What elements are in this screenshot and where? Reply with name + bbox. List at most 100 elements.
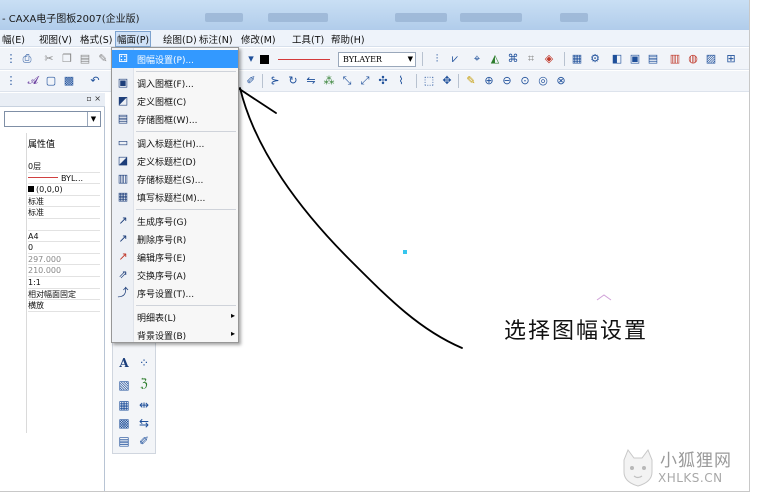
explode-icon[interactable]: ✣ [376, 74, 390, 88]
rotate-icon[interactable]: ↻ [286, 74, 300, 88]
polyline-icon[interactable]: ⩗ [448, 52, 462, 66]
settings-icon[interactable]: ⚙ [588, 52, 602, 66]
chevron-down-icon: ▼ [87, 112, 99, 126]
menu-item-background[interactable]: 背景设置(B) ▸ [112, 326, 238, 344]
zoom-scale-icon[interactable]: ⊗ [554, 74, 568, 88]
block-icon[interactable]: ◧ [610, 52, 624, 66]
area-icon[interactable]: ◭ [488, 52, 502, 66]
menu-modify[interactable]: 修改(M) [240, 32, 277, 46]
rough-icon[interactable]: ⇆ [136, 415, 152, 431]
save-icon[interactable]: ▩ [62, 74, 76, 88]
text-icon[interactable]: A [116, 355, 132, 371]
menu-item-sheet-setup[interactable]: ⚃ 图幅设置(P)... [112, 50, 238, 68]
stretch-icon[interactable]: ⤢ [358, 74, 372, 88]
spline-icon[interactable]: ℨ [136, 375, 152, 391]
image-icon[interactable]: ▣ [628, 52, 642, 66]
line-tool-icon[interactable]: ⫶ [430, 52, 444, 66]
prop-frame-mode[interactable]: 相对幅面固定 [28, 289, 100, 301]
prop-dim-style[interactable]: 标准 [28, 207, 100, 219]
query-icon[interactable]: ⌘ [506, 52, 520, 66]
prop-scale[interactable]: 1:1 [28, 277, 100, 289]
tree-icon[interactable]: ⊞ [724, 52, 738, 66]
block-insert-icon[interactable]: ▦ [116, 397, 132, 413]
menu-item-delete-number[interactable]: ↗ 删除序号(R) [112, 230, 238, 248]
menu-edit[interactable]: 幅(E) [1, 32, 26, 46]
pen-icon[interactable]: ✐ [244, 74, 258, 88]
zoom-in-icon[interactable]: ⊙ [518, 74, 532, 88]
menu-item-edit-number[interactable]: ↗ 编辑序号(E) [112, 248, 238, 266]
menu-item-fill-titleblock[interactable]: ▦ 填写标题栏(M)... [112, 188, 238, 206]
print-icon[interactable]: ⎙ [20, 52, 34, 66]
eraser-icon[interactable]: ✐ [136, 433, 152, 449]
prop-empty [28, 219, 100, 231]
prop-addition[interactable]: 0 [28, 242, 100, 254]
panel-close-icon[interactable]: ▫ × [86, 94, 101, 103]
prop-text-style[interactable]: 标准 [28, 196, 100, 208]
zoom-all-icon[interactable]: ◎ [536, 74, 550, 88]
menu-tools[interactable]: 工具(T) [291, 32, 325, 46]
linetype-swatch [28, 176, 58, 178]
define-frame-icon: ◩ [117, 94, 129, 107]
grid-icon[interactable]: ⌗ [524, 52, 538, 66]
break-icon[interactable]: ⌇ [394, 74, 408, 88]
menu-sheet[interactable]: 幅面(P) [115, 31, 152, 47]
menu-item-save-frame[interactable]: ▤ 存储图框(W)... [112, 110, 238, 128]
menu-draw[interactable]: 绘图(D) [162, 32, 198, 46]
library-icon[interactable]: ▥ [668, 52, 682, 66]
zoom-prev-icon[interactable]: ⊖ [500, 74, 514, 88]
mirror-icon[interactable]: ⇋ [304, 74, 318, 88]
point-icon[interactable]: ⁘ [136, 355, 152, 371]
prop-layer[interactable]: 0层 [28, 161, 100, 173]
layout-icon[interactable]: ▦ [570, 52, 584, 66]
menu-item-number-settings[interactable]: ⤴ 序号设置(T)... [112, 284, 238, 302]
menu-annotate[interactable]: 标注(N) [198, 32, 234, 46]
redraw-icon[interactable]: ✎ [464, 74, 478, 88]
menu-item-save-titleblock[interactable]: ▥ 存储标题栏(S)... [112, 170, 238, 188]
menu-view[interactable]: 视图(V) [38, 32, 73, 46]
cut-icon[interactable]: ✂ [42, 52, 56, 66]
cursor-mark [596, 294, 612, 301]
prop-linetype-text: BYL... [61, 173, 84, 183]
prop-sheet-size[interactable]: A4 [28, 231, 100, 243]
pan-icon[interactable]: ✥ [440, 74, 454, 88]
palette-icon[interactable]: ◈ [542, 52, 556, 66]
trim-icon[interactable]: ⊱ [268, 74, 282, 88]
weld-icon[interactable]: ▤ [116, 433, 132, 449]
gear-dim-icon[interactable]: ⇹ [136, 397, 152, 413]
menu-item-load-titleblock[interactable]: ▭ 调入标题栏(H)... [112, 134, 238, 152]
zoom-dynamic-icon[interactable]: ⊕ [482, 74, 496, 88]
part-icon[interactable]: ◍ [686, 52, 700, 66]
sheet-menu-dropdown: ⚃ 图幅设置(P)... ▣ 调入图框(F)... ◩ 定义图框(C) ▤ 存储… [111, 47, 239, 343]
prop-linetype[interactable]: BYL... [28, 173, 100, 185]
menu-item-swap-number[interactable]: ⇗ 交换序号(A) [112, 266, 238, 284]
zoom-window-icon[interactable]: ⬚ [422, 74, 436, 88]
text-style-icon[interactable]: 𝓐 [26, 74, 40, 88]
undo-icon[interactable]: ↶ [88, 74, 102, 88]
scale-icon[interactable]: ⤡ [340, 74, 354, 88]
frame-icon[interactable]: ▢ [44, 74, 58, 88]
menu-item-define-titleblock[interactable]: ◪ 定义标题栏(D) [112, 152, 238, 170]
image-insert-icon[interactable]: ▩ [116, 415, 132, 431]
copy-icon[interactable]: ❐ [60, 52, 74, 66]
report-icon[interactable]: ▨ [704, 52, 718, 66]
color-swatch[interactable] [260, 55, 269, 64]
dropdown-arrow-icon[interactable]: ▾ [244, 52, 258, 66]
property-object-select[interactable]: ▼ [4, 111, 101, 127]
menu-item-label: 定义图框(C) [137, 98, 187, 108]
paste-icon[interactable]: ▤ [78, 52, 92, 66]
pencil-icon[interactable]: ✎ [96, 52, 110, 66]
prop-orientation[interactable]: 横放 [28, 300, 100, 312]
menu-item-bom[interactable]: 明细表(L) ▸ [112, 308, 238, 326]
array-icon[interactable]: ⁂ [322, 74, 336, 88]
menu-item-load-frame[interactable]: ▣ 调入图框(F)... [112, 74, 238, 92]
table-icon[interactable]: ▤ [646, 52, 660, 66]
menu-help[interactable]: 帮助(H) [330, 32, 366, 46]
menu-format[interactable]: 格式(S) [79, 32, 113, 46]
layer-combo[interactable]: BYLAYER ▼ [338, 52, 416, 67]
annotation-label: 选择图幅设置 [504, 319, 649, 344]
hatch-icon[interactable]: ▧ [116, 377, 132, 393]
menu-item-define-frame[interactable]: ◩ 定义图框(C) [112, 92, 238, 110]
menu-item-gen-number[interactable]: ↗ 生成序号(G) [112, 212, 238, 230]
measure-icon[interactable]: ⌖ [470, 52, 484, 66]
prop-color[interactable]: (0,0,0) [28, 184, 100, 196]
